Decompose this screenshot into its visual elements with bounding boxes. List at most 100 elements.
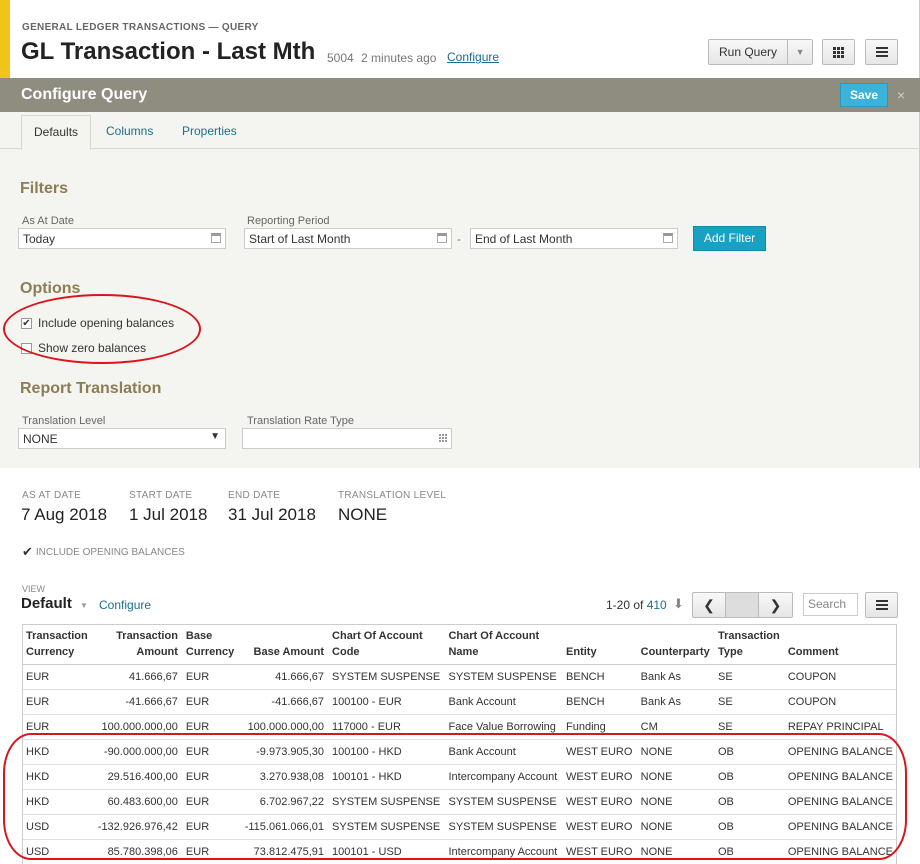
- summary-level-label: TRANSLATION LEVEL: [338, 490, 447, 501]
- hamburger-menu-icon: [875, 600, 888, 610]
- period-end-value: End of Last Month: [475, 232, 573, 246]
- col-header-transaction-currency[interactable]: Transaction Currency: [22, 624, 94, 665]
- cell-account-code: SYSTEM SUSPENSE: [328, 664, 445, 690]
- period-end-field[interactable]: End of Last Month: [470, 228, 678, 249]
- report-subtitle: GENERAL LEDGER TRANSACTIONS — QUERY: [22, 22, 259, 33]
- period-separator: -: [457, 232, 461, 246]
- col-header-comment[interactable]: Comment: [783, 624, 897, 665]
- configure-panel-header: Configure Query: [0, 78, 920, 112]
- view-configure-link[interactable]: Configure: [99, 598, 151, 612]
- download-icon[interactable]: ⬇: [673, 596, 684, 612]
- table-header-row: Transaction Currency Transaction Amount …: [22, 624, 897, 665]
- as-at-date-field[interactable]: Today: [18, 228, 226, 249]
- reporting-period-label: Reporting Period: [247, 215, 330, 227]
- period-start-field[interactable]: Start of Last Month: [244, 228, 452, 249]
- cell-transaction-type: SE: [713, 664, 784, 690]
- cell-account-code: 100100 - EUR: [328, 689, 445, 715]
- checkmark-icon: ✔: [22, 544, 33, 559]
- cell-entity: BENCH: [562, 689, 637, 715]
- chevron-left-icon: ❮: [703, 596, 715, 613]
- summary-as-at-value: 7 Aug 2018: [21, 505, 108, 524]
- tab-properties[interactable]: Properties: [182, 124, 237, 138]
- pager-nav: ❮ ❯: [692, 592, 793, 618]
- view-label: VIEW: [22, 584, 46, 594]
- include-opening-note: ✔ INCLUDE OPENING BALANCES: [22, 544, 185, 560]
- list-view-button[interactable]: [726, 593, 759, 617]
- cell-comment: COUPON: [783, 689, 897, 715]
- grid-view-button[interactable]: [822, 39, 855, 65]
- col-header-transaction-type[interactable]: Transaction Type: [713, 624, 784, 665]
- cell-transaction-amount: 41.666,67: [93, 664, 182, 690]
- cell-base-currency: EUR: [181, 689, 241, 715]
- translation-level-value: NONE: [23, 432, 58, 446]
- annotation-rounded-rect: [3, 733, 907, 860]
- translation-rate-type-field[interactable]: [242, 428, 452, 449]
- cell-transaction-type: SE: [713, 689, 784, 715]
- record-id: 5004: [327, 51, 354, 65]
- tab-defaults[interactable]: Defaults: [21, 115, 92, 150]
- cell-transaction-amount: -41.666,67: [93, 689, 182, 715]
- report-meta: 5004 2 minutes ago: [327, 51, 440, 65]
- search-input[interactable]: Search: [803, 593, 858, 616]
- summary-start-label: START DATE: [129, 490, 193, 501]
- cell-base-amount: -41.666,67: [240, 689, 329, 715]
- translation-rate-type-label: Translation Rate Type: [247, 415, 355, 427]
- table-row[interactable]: EUR 41.666,67 EUR 41.666,67 SYSTEM SUSPE…: [22, 664, 897, 690]
- col-header-transaction-amount[interactable]: Transaction Amount: [93, 624, 182, 665]
- col-header-base-amount[interactable]: Base Amount: [240, 624, 329, 665]
- chevron-right-icon: ❯: [769, 596, 782, 613]
- as-at-date-value: Today: [23, 232, 56, 246]
- calendar-icon[interactable]: [663, 233, 673, 243]
- header-configure-link[interactable]: Configure: [447, 50, 499, 64]
- table-row[interactable]: EUR -41.666,67 EUR -41.666,67 100100 - E…: [22, 689, 897, 715]
- picker-icon[interactable]: [439, 434, 447, 442]
- summary-as-at-label: AS AT DATE: [22, 490, 82, 501]
- calendar-icon[interactable]: [437, 233, 447, 243]
- view-name[interactable]: Default: [21, 595, 72, 612]
- prev-page-button[interactable]: ❮: [693, 593, 726, 617]
- dropdown-arrow-icon: ▼: [210, 431, 220, 442]
- cell-transaction-currency: EUR: [22, 664, 94, 690]
- panel-tabs: Defaults Columns Properties: [0, 112, 920, 150]
- chevron-down-icon[interactable]: ▼: [80, 601, 88, 610]
- pager-range: 1-20 of: [606, 598, 644, 612]
- cell-base-amount: 41.666,67: [240, 664, 329, 690]
- grid-icon: [833, 46, 844, 58]
- configure-panel: Defaults Columns Properties Filters As A…: [0, 112, 920, 468]
- accent-bar: [0, 0, 10, 78]
- as-at-date-label: As At Date: [22, 215, 74, 227]
- translation-level-select[interactable]: NONE ▼: [18, 428, 226, 449]
- hamburger-menu-icon: [875, 47, 888, 57]
- configure-panel-title: Configure Query: [21, 86, 148, 103]
- chevron-down-icon[interactable]: ▼: [788, 40, 812, 64]
- save-button[interactable]: Save: [840, 83, 888, 107]
- header-menu-button[interactable]: [865, 39, 898, 65]
- cell-counterparty: Bank As: [636, 689, 714, 715]
- report-header: GENERAL LEDGER TRANSACTIONS — QUERY GL T…: [0, 0, 920, 78]
- summary-start-value: 1 Jul 2018: [129, 505, 208, 524]
- col-header-account-code[interactable]: Chart Of Account Code: [328, 624, 445, 665]
- pager-total[interactable]: 410: [647, 598, 667, 612]
- run-query-button[interactable]: Run Query: [709, 40, 789, 64]
- pager-info: 1-20 of 410: [606, 598, 667, 612]
- cell-transaction-currency: EUR: [22, 689, 94, 715]
- report-title: GL Transaction - Last Mth: [21, 38, 316, 65]
- col-header-account-name[interactable]: Chart Of Account Name: [444, 624, 563, 665]
- cell-account-name: Bank Account: [444, 689, 563, 715]
- summary-end-label: END DATE: [228, 490, 281, 501]
- add-filter-button[interactable]: Add Filter: [693, 226, 766, 251]
- col-header-entity[interactable]: Entity: [562, 624, 637, 665]
- col-header-base-currency[interactable]: Base Currency: [181, 624, 241, 665]
- updated-time: 2 minutes ago: [361, 51, 437, 65]
- cell-comment: COUPON: [783, 664, 897, 690]
- col-header-counterparty[interactable]: Counterparty: [636, 624, 714, 665]
- table-menu-button[interactable]: [865, 592, 898, 618]
- next-page-button[interactable]: ❯: [759, 593, 792, 617]
- list-icon: [726, 600, 758, 610]
- annotation-ellipse: [3, 294, 201, 364]
- close-icon[interactable]: ×: [897, 87, 905, 103]
- period-start-value: Start of Last Month: [249, 232, 351, 246]
- calendar-icon[interactable]: [211, 233, 221, 243]
- tab-columns[interactable]: Columns: [106, 124, 153, 138]
- cell-base-currency: EUR: [181, 664, 241, 690]
